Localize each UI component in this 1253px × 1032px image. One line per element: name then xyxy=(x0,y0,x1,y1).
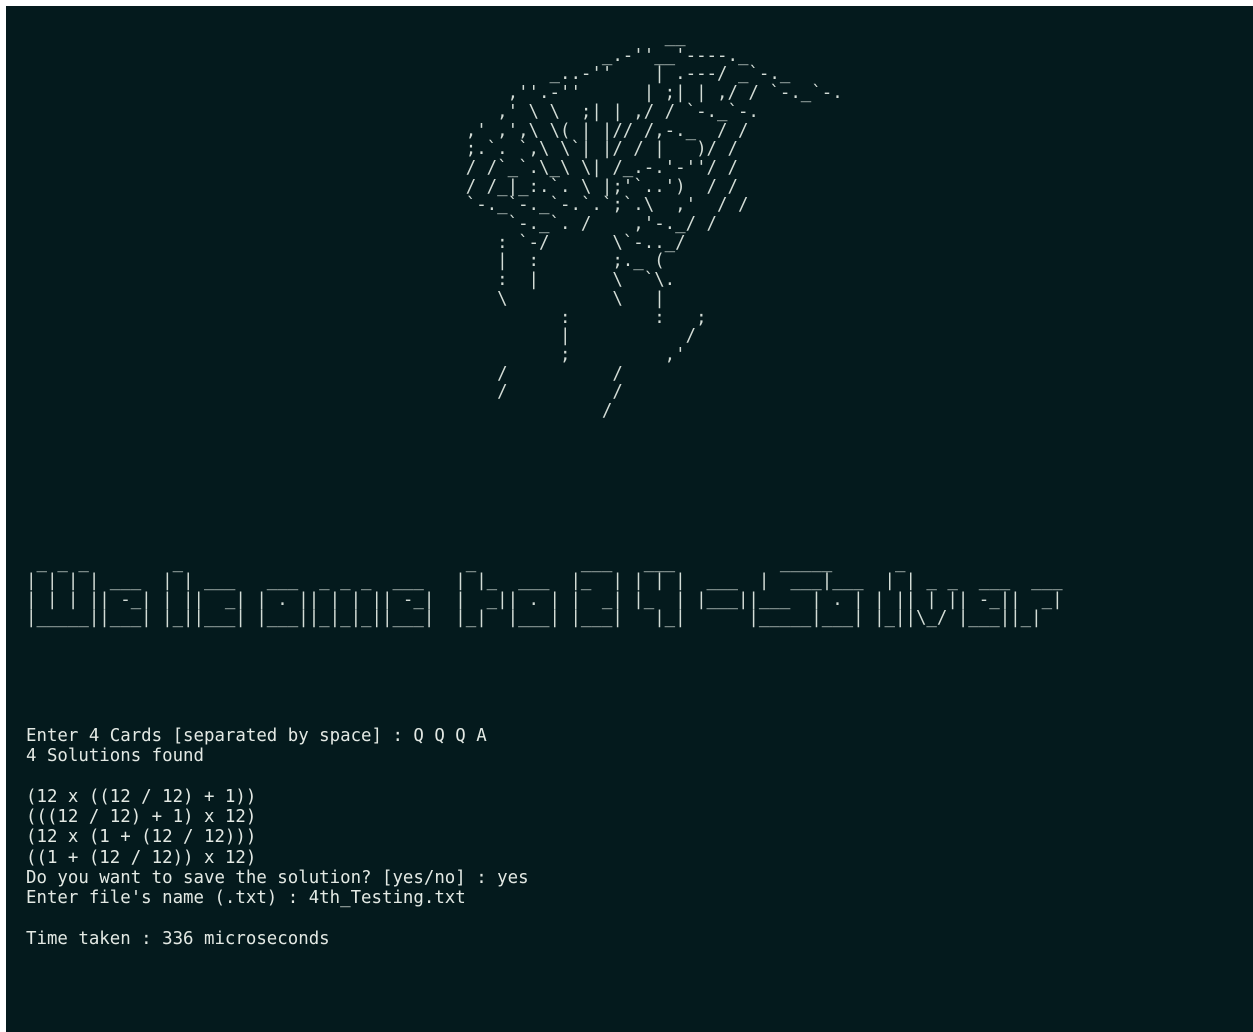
solution-line: (((12 / 12) + 1) x 12) xyxy=(26,807,257,828)
ascii-art-hand-of-cards: __ _.-''__'----._ _..-'' | .---/ _`-._ ,… xyxy=(465,27,843,422)
terminal-output: Enter 4 Cards [separated by space] : Q Q… xyxy=(26,726,529,949)
ascii-welcome-banner: _ _ _ _ _ ___ ___ _____ _ | | | | ___ | … xyxy=(26,553,1063,628)
solutions-count: 4 Solutions found xyxy=(26,746,204,767)
solution-line: ((1 + (12 / 12)) x 12) xyxy=(26,847,257,868)
solution-line: (12 x ((12 / 12) + 1)) xyxy=(26,786,257,807)
time-taken: Time taken : 336 microseconds xyxy=(26,928,330,949)
save-prompt: Do you want to save the solution? [yes/n… xyxy=(26,868,529,889)
terminal-window[interactable]: __ _.-''__'----._ _..-'' | .---/ _`-._ ,… xyxy=(6,6,1253,1032)
filename-prompt: Enter file's name (.txt) : 4th_Testing.t… xyxy=(26,888,466,909)
solution-line: (12 x (1 + (12 / 12))) xyxy=(26,827,257,848)
cards-input-prompt: Enter 4 Cards [separated by space] : Q Q… xyxy=(26,726,487,746)
